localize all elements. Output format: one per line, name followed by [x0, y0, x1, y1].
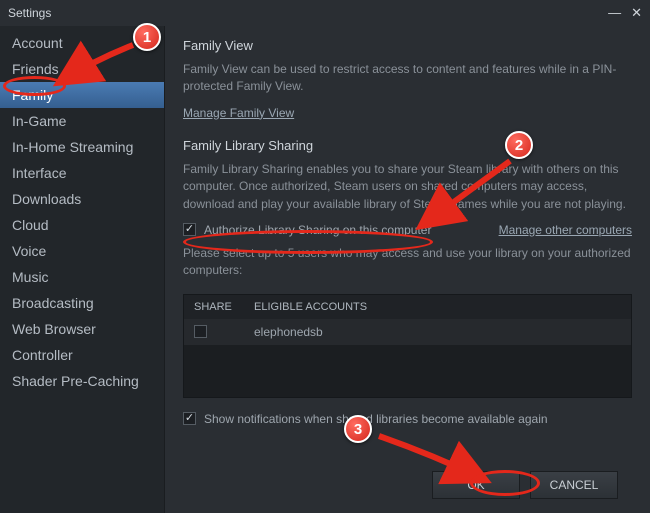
sidebar-item-broadcasting[interactable]: Broadcasting [0, 290, 164, 316]
table-header-account: ELIGIBLE ACCOUNTS [254, 301, 367, 313]
sidebar-item-music[interactable]: Music [0, 264, 164, 290]
window-title: Settings [8, 6, 51, 20]
settings-window: Settings — ✕ Account Friends Family In-G… [0, 0, 650, 513]
sidebar-item-in-home-streaming[interactable]: In-Home Streaming [0, 134, 164, 160]
dialog-footer: OK CANCEL [183, 461, 632, 513]
ok-button[interactable]: OK [432, 471, 520, 499]
family-view-title: Family View [183, 38, 632, 53]
table-header-share: SHARE [194, 301, 254, 313]
select-users-text: Please select up to 5 users who may acce… [183, 245, 632, 280]
manage-other-computers-link[interactable]: Manage other computers [499, 223, 632, 237]
sidebar-item-interface[interactable]: Interface [0, 160, 164, 186]
minimize-icon[interactable]: — [608, 5, 621, 21]
table-empty-space [184, 345, 631, 397]
settings-content: Family View Family View can be used to r… [165, 26, 650, 513]
sidebar-item-in-game[interactable]: In-Game [0, 108, 164, 134]
close-icon[interactable]: ✕ [631, 5, 642, 21]
sidebar-item-web-browser[interactable]: Web Browser [0, 316, 164, 342]
manage-family-view-link[interactable]: Manage Family View [183, 106, 294, 120]
sidebar-item-family[interactable]: Family [0, 82, 164, 108]
sidebar-item-downloads[interactable]: Downloads [0, 186, 164, 212]
authorize-row: Authorize Library Sharing on this comput… [183, 223, 632, 237]
table-header: SHARE ELIGIBLE ACCOUNTS [184, 295, 631, 319]
authorize-checkbox[interactable] [183, 223, 196, 236]
account-name: elephonedsb [254, 325, 323, 339]
library-sharing-title: Family Library Sharing [183, 138, 632, 153]
sidebar-item-controller[interactable]: Controller [0, 342, 164, 368]
family-view-description: Family View can be used to restrict acce… [183, 61, 632, 96]
eligible-accounts-table: SHARE ELIGIBLE ACCOUNTS elephonedsb [183, 294, 632, 398]
sidebar-item-shader-pre-caching[interactable]: Shader Pre-Caching [0, 368, 164, 394]
window-body: Account Friends Family In-Game In-Home S… [0, 26, 650, 513]
notifications-label: Show notifications when shared libraries… [204, 412, 548, 426]
sidebar-item-account[interactable]: Account [0, 30, 164, 56]
library-sharing-description: Family Library Sharing enables you to sh… [183, 161, 632, 213]
notifications-checkbox[interactable] [183, 412, 196, 425]
window-controls: — ✕ [608, 5, 642, 21]
authorize-label: Authorize Library Sharing on this comput… [204, 223, 431, 237]
titlebar: Settings — ✕ [0, 0, 650, 26]
settings-sidebar: Account Friends Family In-Game In-Home S… [0, 26, 165, 513]
cancel-button[interactable]: CANCEL [530, 471, 618, 499]
notifications-row: Show notifications when shared libraries… [183, 412, 632, 426]
sidebar-item-friends[interactable]: Friends [0, 56, 164, 82]
sidebar-item-voice[interactable]: Voice [0, 238, 164, 264]
share-checkbox[interactable] [194, 325, 207, 338]
table-row: elephonedsb [184, 319, 631, 345]
sidebar-item-cloud[interactable]: Cloud [0, 212, 164, 238]
